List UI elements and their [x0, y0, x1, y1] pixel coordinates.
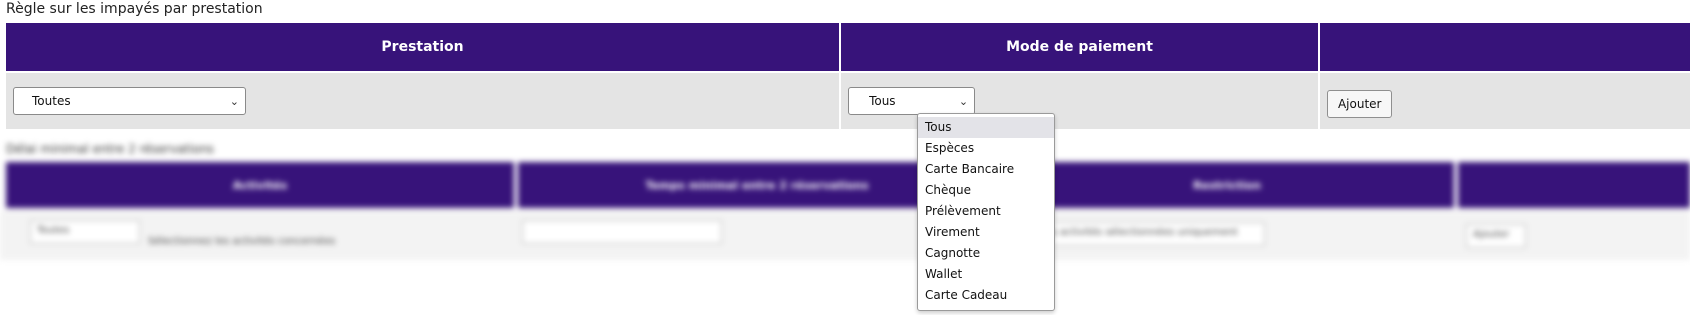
header-mode-paiement: Mode de paiement	[841, 23, 1318, 71]
option-cheque[interactable]: Chèque	[918, 180, 1054, 201]
blurred-note: Sélectionnez les activités concernées	[148, 236, 336, 247]
add-button[interactable]: Ajouter	[1326, 90, 1393, 118]
chevron-down-icon: ⌄	[229, 94, 239, 108]
blurred-header-restriction: Restriction	[1000, 162, 1454, 208]
blurred-row: Toutes Sélectionnez les activités concer…	[0, 210, 1690, 260]
cell-prestation: Toutes ⌄	[6, 73, 840, 129]
cell-mode-paiement: Tous ⌄	[841, 73, 1318, 129]
section-title: Règle sur les impayés par prestation	[6, 1, 263, 17]
unpaid-rule-table: Prestation Mode de paiement Toutes ⌄ Tou…	[4, 21, 1690, 131]
blurred-add-button: Ajouter	[1466, 224, 1526, 248]
option-virement[interactable]: Virement	[918, 222, 1054, 243]
mode-paiement-dropdown-list[interactable]: Tous Espèces Carte Bancaire Chèque Prélè…	[917, 113, 1055, 311]
mode-paiement-select-value: Tous	[869, 94, 896, 108]
option-prelevement[interactable]: Prélèvement	[918, 201, 1054, 222]
option-cagnotte[interactable]: Cagnotte	[918, 243, 1054, 264]
prestation-select-value: Toutes	[32, 94, 71, 108]
mode-paiement-select[interactable]: Tous ⌄	[848, 87, 976, 115]
blurred-header-activities: Activités	[6, 162, 514, 208]
option-carte-cadeau[interactable]: Carte Cadeau	[918, 285, 1054, 306]
header-actions	[1319, 23, 1690, 71]
cell-actions: Ajouter	[1319, 73, 1690, 129]
header-prestation: Prestation	[6, 23, 840, 71]
prestation-select[interactable]: Toutes ⌄	[13, 87, 246, 115]
option-carte-bancaire[interactable]: Carte Bancaire	[918, 159, 1054, 180]
option-especes[interactable]: Espèces	[918, 138, 1054, 159]
option-wallet[interactable]: Wallet	[918, 264, 1054, 285]
blurred-delay-section: Délai minimal entre 2 réservations Activ…	[0, 140, 1690, 280]
blurred-time-input	[522, 220, 722, 244]
blurred-section-title: Délai minimal entre 2 réservations	[6, 142, 214, 156]
option-tous[interactable]: Tous	[918, 117, 1054, 138]
blurred-header-actions	[1458, 162, 1690, 208]
blurred-activity-select: Toutes	[30, 220, 140, 244]
chevron-down-icon: ⌄	[958, 94, 969, 108]
